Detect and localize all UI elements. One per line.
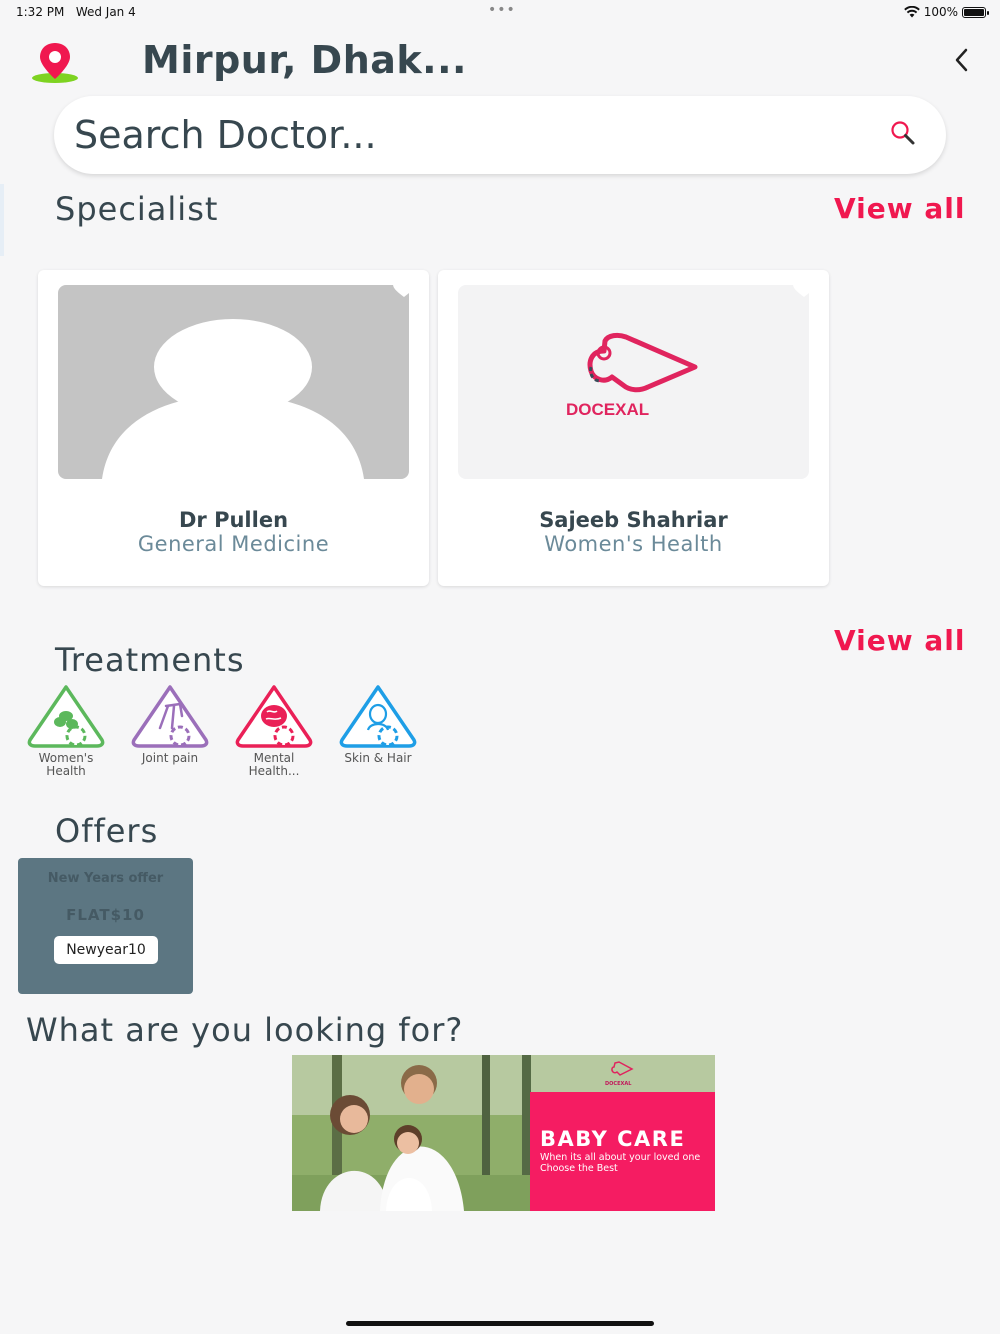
- search-icon[interactable]: [888, 118, 918, 148]
- docexal-logo-image: DOCEXAL: [458, 285, 809, 479]
- banner-logo-text: DOCEXAL: [605, 1081, 632, 1087]
- pills-icon: [27, 685, 105, 748]
- brain-icon: [235, 685, 313, 748]
- status-time: 1:32 PM Wed Jan 4: [16, 5, 136, 19]
- heart-icon[interactable]: [792, 278, 816, 298]
- doctor-specialty: Women's Health: [544, 532, 723, 556]
- specialist-view-all-link[interactable]: View all: [834, 192, 965, 225]
- battery-level: [964, 8, 984, 16]
- doctor-card[interactable]: Dr Pullen General Medicine: [38, 270, 429, 586]
- battery-icon: [962, 6, 989, 18]
- doctor-specialty: General Medicine: [137, 532, 330, 556]
- offers-title: Offers: [55, 812, 159, 850]
- chevron-left-icon[interactable]: [948, 44, 976, 76]
- treatment-label: Mental Health...: [248, 751, 300, 778]
- specialist-title: Specialist: [55, 190, 219, 228]
- heart-icon[interactable]: [392, 278, 416, 298]
- treatment-skin-hair[interactable]: Skin & Hair: [333, 684, 423, 765]
- offer-code-button[interactable]: Newyear10: [54, 936, 158, 964]
- treatment-label: Skin & Hair: [344, 751, 412, 765]
- joint-icon: [131, 685, 209, 748]
- face-icon: [339, 685, 417, 748]
- search-bar[interactable]: [54, 96, 946, 174]
- treatment-label: Joint pain: [141, 751, 199, 765]
- doctor-name: Sajeeb Shahriar: [539, 508, 728, 532]
- scroll-accent: [0, 184, 4, 256]
- baby-care-banner[interactable]: DOCEXAL BABY CARE When its all about you…: [292, 1055, 715, 1211]
- banner-title: BABY CARE: [540, 1127, 686, 1151]
- search-input[interactable]: [74, 108, 854, 162]
- treatment-mental-health[interactable]: Mental Health...: [229, 684, 319, 778]
- looking-for-title: What are you looking for?: [26, 1011, 464, 1049]
- treatment-label: Women's Health: [38, 751, 94, 778]
- status-bar: 1:32 PM Wed Jan 4 ••• 100%: [0, 0, 1000, 24]
- status-indicators: 100%: [903, 5, 989, 19]
- offer-amount: FLAT$10: [66, 906, 145, 924]
- avatar-silhouette-icon: [102, 319, 364, 479]
- battery-percent: 100%: [923, 5, 958, 19]
- doctor-card[interactable]: DOCEXAL Sajeeb Shahriar Women's Health: [438, 270, 829, 586]
- doctor-avatar-placeholder: [58, 285, 409, 479]
- header: Mirpur, Dhak...: [0, 34, 1000, 90]
- wifi-icon: [903, 6, 920, 18]
- banner-panel: BABY CARE When its all about your loved …: [530, 1092, 715, 1211]
- treatments-title: Treatments: [55, 641, 245, 679]
- treatment-womens-health[interactable]: Women's Health: [21, 684, 111, 778]
- banner-text: When its all about your loved one Choose…: [540, 1152, 701, 1174]
- docexal-logo-icon: [611, 1061, 634, 1076]
- treatment-joint-pain[interactable]: Joint pain: [125, 684, 215, 765]
- treatments-view-all-link[interactable]: View all: [834, 624, 965, 657]
- svg-text:DOCEXAL: DOCEXAL: [566, 400, 649, 419]
- offer-title: New Years offer: [47, 871, 164, 886]
- offer-card[interactable]: New Years offer FLAT$10 Newyear10: [18, 858, 193, 994]
- doctor-name: Dr Pullen: [178, 508, 289, 532]
- location-title[interactable]: Mirpur, Dhak...: [142, 38, 467, 82]
- multitask-dots-icon[interactable]: •••: [488, 2, 516, 18]
- home-indicator[interactable]: [346, 1321, 654, 1326]
- map-pin-icon[interactable]: [30, 40, 80, 84]
- docexal-logo-icon: DOCEXAL: [566, 332, 698, 419]
